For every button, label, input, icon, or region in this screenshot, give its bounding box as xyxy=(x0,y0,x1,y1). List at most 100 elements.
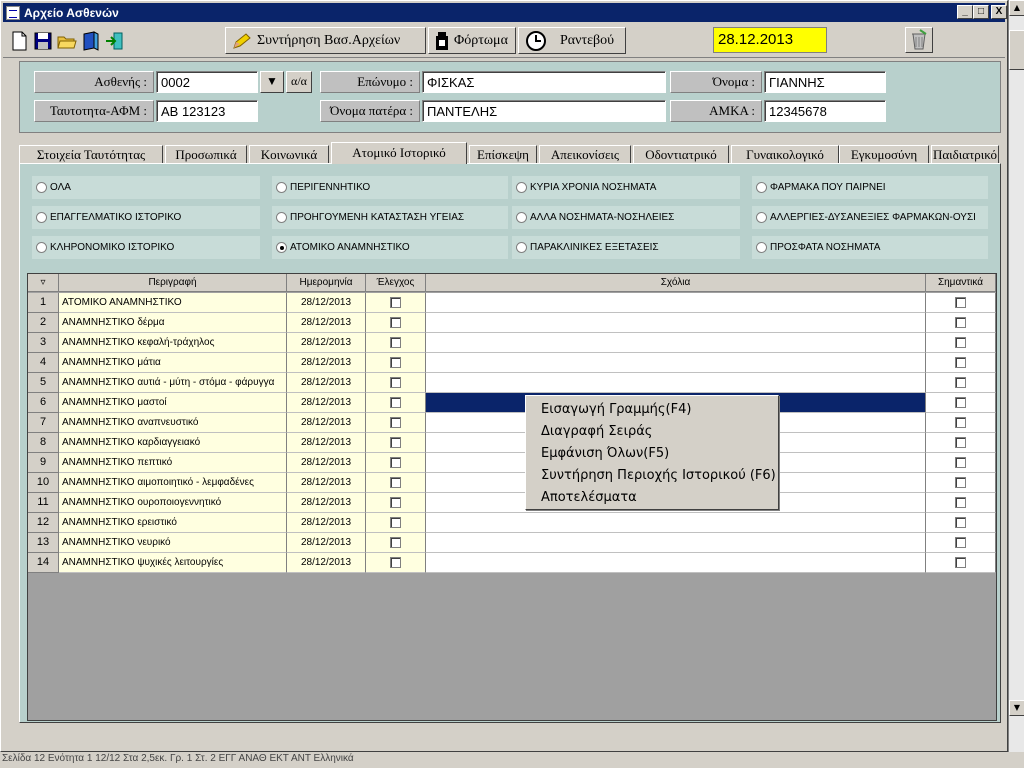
appointment-button[interactable]: Ραντεβού xyxy=(518,27,626,54)
new-file-icon[interactable] xyxy=(7,29,29,51)
table-row[interactable]: 5 ΑΝΑΜΝΗΣΤΙΚΟ αυτιά - μύτη - στόμα - φάρυ… xyxy=(28,373,996,393)
header-description[interactable]: Περιγραφή xyxy=(59,274,287,292)
radio-2[interactable]: ΠΕΡΙΓΕΝΝΗΤΙΚΟ xyxy=(272,176,508,199)
radio-9[interactable]: ΚΛΗΡΟΝΟΜΙΚΟ ΙΣΤΟΡΙΚΟ xyxy=(32,236,260,259)
cell-date[interactable]: 28/12/2013 xyxy=(287,333,366,353)
cell-rownum[interactable]: 4 xyxy=(28,353,59,373)
cell-desc[interactable]: ΑΝΑΜΝΗΣΤΙΚΟ ουροποιογεννητικό xyxy=(59,493,287,513)
cell-rownum[interactable]: 2 xyxy=(28,313,59,333)
cell-desc[interactable]: ΑΤΟΜΙΚΟ ΑΝΑΜΝΗΣΤΙΚΟ xyxy=(59,293,287,313)
cell-imp[interactable] xyxy=(926,433,996,453)
table-row[interactable]: 11 ΑΝΑΜΝΗΣΤΙΚΟ ουροποιογεννητικό 28/12/201… xyxy=(28,493,996,513)
radio-6[interactable]: ΠΡΟΗΓΟΥΜΕΝΗ ΚΑΤΑΣΤΑΣΗ ΥΓΕΙΑΣ xyxy=(272,206,508,229)
cell-rownum[interactable]: 12 xyxy=(28,513,59,533)
table-row[interactable]: 6 ΑΝΑΜΝΗΣΤΙΚΟ μαστοί 28/12/2013 xyxy=(28,393,996,413)
tab-10[interactable]: Παιδιατρικό xyxy=(931,145,999,164)
radio-1[interactable]: ΟΛΑ xyxy=(32,176,260,199)
cell-chk[interactable] xyxy=(366,313,426,333)
cell-chk[interactable] xyxy=(366,293,426,313)
cell-rownum[interactable]: 11 xyxy=(28,493,59,513)
cell-desc[interactable]: ΑΝΑΜΝΗΣΤΙΚΟ μαστοί xyxy=(59,393,287,413)
menu-item-3[interactable]: Εμφάνιση Όλων(F5) xyxy=(526,443,778,465)
cell-chk[interactable] xyxy=(366,433,426,453)
checkbox[interactable] xyxy=(954,517,966,528)
checkbox[interactable] xyxy=(389,517,401,528)
scroll-up-icon[interactable]: ▲ xyxy=(1009,0,1024,16)
cell-desc[interactable]: ΑΝΑΜΝΗΣΤΙΚΟ αυτιά - μύτη - στόμα - φάρυγ… xyxy=(59,373,287,393)
cell-chk[interactable] xyxy=(366,513,426,533)
vertical-scrollbar[interactable]: ▲ ▼ xyxy=(1008,0,1024,752)
cell-comm[interactable] xyxy=(426,373,926,393)
radio-3[interactable]: ΚΥΡΙΑ ΧΡΟΝΙΑ ΝΟΣΗΜΑΤΑ xyxy=(512,176,740,199)
cell-date[interactable]: 28/12/2013 xyxy=(287,353,366,373)
cell-imp[interactable] xyxy=(926,553,996,573)
cell-date[interactable]: 28/12/2013 xyxy=(287,453,366,473)
cell-imp[interactable] xyxy=(926,513,996,533)
cell-chk[interactable] xyxy=(366,373,426,393)
cell-desc[interactable]: ΑΝΑΜΝΗΣΤΙΚΟ αναπνευστικό xyxy=(59,413,287,433)
checkbox[interactable] xyxy=(954,337,966,348)
header-check[interactable]: Έλεγχος xyxy=(366,274,426,292)
cell-chk[interactable] xyxy=(366,553,426,573)
cell-desc[interactable]: ΑΝΑΜΝΗΣΤΙΚΟ ψυχικές λειτουργίες xyxy=(59,553,287,573)
save-icon[interactable] xyxy=(31,29,53,51)
cell-date[interactable]: 28/12/2013 xyxy=(287,393,366,413)
header-date[interactable]: Ημερομηνία xyxy=(287,274,366,292)
cell-date[interactable]: 28/12/2013 xyxy=(287,533,366,553)
cell-imp[interactable] xyxy=(926,533,996,553)
cell-imp[interactable] xyxy=(926,313,996,333)
tab-5[interactable]: Επίσκεψη xyxy=(469,145,537,164)
open-folder-icon[interactable] xyxy=(55,29,77,51)
cell-chk[interactable] xyxy=(366,533,426,553)
cell-chk[interactable] xyxy=(366,453,426,473)
surname-field[interactable]: ΦΙΣΚΑΣ xyxy=(422,71,666,93)
exit-icon[interactable] xyxy=(103,29,125,51)
scroll-thumb[interactable] xyxy=(1009,30,1024,70)
cell-date[interactable]: 28/12/2013 xyxy=(287,513,366,533)
patient-field[interactable]: 0002 xyxy=(156,71,258,93)
scroll-down-icon[interactable]: ▼ xyxy=(1009,700,1024,716)
radio-8[interactable]: ΑΛΛΕΡΓΙΕΣ-ΔΥΣΑΝΕΞΙΕΣ ΦΑΡΜΑΚΩΝ-ΟΥΣΙ xyxy=(752,206,988,229)
minimize-button[interactable]: _ xyxy=(957,5,973,19)
cell-imp[interactable] xyxy=(926,453,996,473)
cell-chk[interactable] xyxy=(366,353,426,373)
amka-field[interactable]: 12345678 xyxy=(764,100,886,122)
table-row[interactable]: 10 ΑΝΑΜΝΗΣΤΙΚΟ αιμοποιητικό - λεμφαδένες 2… xyxy=(28,473,996,493)
patient-dropdown-button[interactable]: ▼ xyxy=(260,71,284,93)
cell-rownum[interactable]: 13 xyxy=(28,533,59,553)
cell-comm[interactable] xyxy=(426,313,926,333)
cell-desc[interactable]: ΑΝΑΜΝΗΣΤΙΚΟ νευρικό xyxy=(59,533,287,553)
table-row[interactable]: 8 ΑΝΑΜΝΗΣΤΙΚΟ καρδιαγγειακό 28/12/2013 xyxy=(28,433,996,453)
cell-comm[interactable] xyxy=(426,553,926,573)
cell-desc[interactable]: ΑΝΑΜΝΗΣΤΙΚΟ ερειστικό xyxy=(59,513,287,533)
checkbox[interactable] xyxy=(389,437,401,448)
cell-desc[interactable]: ΑΝΑΜΝΗΣΤΙΚΟ αιμοποιητικό - λεμφαδένες xyxy=(59,473,287,493)
tab-9[interactable]: Εγκυμοσύνη xyxy=(839,145,929,164)
checkbox[interactable] xyxy=(954,317,966,328)
menu-item-2[interactable]: Διαγραφή Σειράς xyxy=(526,421,778,443)
table-row[interactable]: 7 ΑΝΑΜΝΗΣΤΙΚΟ αναπνευστικό 28/12/2013 xyxy=(28,413,996,433)
cell-date[interactable]: 28/12/2013 xyxy=(287,413,366,433)
table-row[interactable]: 1 ΑΤΟΜΙΚΟ ΑΝΑΜΝΗΣΤΙΚΟ 28/12/2013 xyxy=(28,293,996,313)
table-row[interactable]: 9 ΑΝΑΜΝΗΣΤΙΚΟ πεπτικό 28/12/2013 xyxy=(28,453,996,473)
cell-rownum[interactable]: 3 xyxy=(28,333,59,353)
radio-12[interactable]: ΠΡΟΣΦΑΤΑ ΝΟΣΗΜΑΤΑ xyxy=(752,236,988,259)
checkbox[interactable] xyxy=(389,357,401,368)
trash-button[interactable] xyxy=(905,27,933,53)
tab-2[interactable]: Προσωπικά xyxy=(165,145,247,164)
cell-date[interactable]: 28/12/2013 xyxy=(287,493,366,513)
cell-rownum[interactable]: 10 xyxy=(28,473,59,493)
menu-item-4[interactable]: Συντήρηση Περιοχής Ιστορικού (F6) xyxy=(526,465,778,487)
cell-chk[interactable] xyxy=(366,413,426,433)
cell-rownum[interactable]: 1 xyxy=(28,293,59,313)
cell-comm[interactable] xyxy=(426,533,926,553)
cell-comm[interactable] xyxy=(426,353,926,373)
cell-desc[interactable]: ΑΝΑΜΝΗΣΤΙΚΟ καρδιαγγειακό xyxy=(59,433,287,453)
tab-4[interactable]: Ατομικό Ιστορικό xyxy=(331,142,467,164)
cell-imp[interactable] xyxy=(926,493,996,513)
cell-chk[interactable] xyxy=(366,493,426,513)
aa-button[interactable]: α/α xyxy=(286,71,312,93)
table-row[interactable]: 12 ΑΝΑΜΝΗΣΤΙΚΟ ερειστικό 28/12/2013 xyxy=(28,513,996,533)
checkbox[interactable] xyxy=(954,377,966,388)
checkbox[interactable] xyxy=(954,457,966,468)
